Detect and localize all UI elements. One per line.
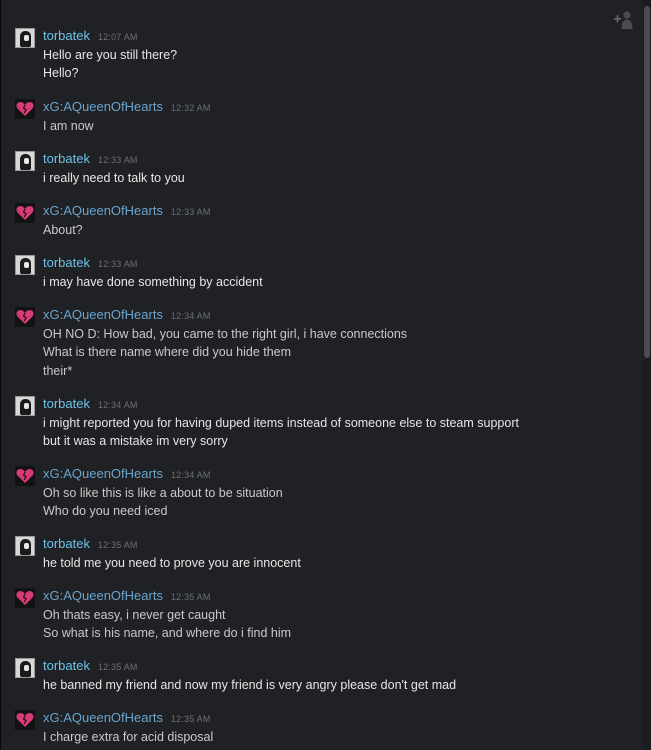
message-text: So what is his name, and where do i find… (43, 626, 292, 641)
message-header: torbatek 12:34 AM (1, 394, 639, 414)
sender-name[interactable]: torbatek (43, 658, 90, 673)
sender-name[interactable]: torbatek (43, 536, 90, 551)
message-group: xG:AQueenOfHearts 12:35 AM Oh thats easy, … (1, 586, 639, 643)
timestamp: 12:35 AM (170, 592, 211, 602)
message-text: he told me you need to prove you are inn… (43, 556, 301, 570)
message-header: xG:AQueenOfHearts 12:33 AM (1, 201, 639, 221)
timestamp: 12:35 AM (170, 714, 211, 724)
message-group: torbatek 12:35 AM he banned my friend and … (1, 656, 639, 694)
timestamp: 12:33 AM (97, 155, 138, 165)
message-text: Hello? (43, 66, 79, 81)
message-text: Oh thats easy, i never get caught (43, 608, 226, 622)
timestamp: 12:35 AM (97, 540, 138, 550)
message-text: About? (43, 223, 83, 237)
message-text: i really need to talk to you (43, 171, 185, 185)
timestamp: 12:33 AM (97, 259, 138, 269)
message-text: Oh so like this is like a about to be si… (43, 486, 283, 500)
message-text: I charge extra for acid disposal (43, 730, 214, 744)
message-text: I am now (43, 119, 94, 133)
chat-window: torbatek 12:07 AM Hello are you still ther… (0, 0, 651, 750)
timestamp: 12:07 AM (97, 32, 138, 42)
timestamp: 12:35 AM (97, 662, 138, 672)
timestamp: 12:34 AM (97, 400, 138, 410)
message-text: OH NO D: How bad, you came to the right … (43, 327, 408, 341)
sender-name[interactable]: torbatek (43, 396, 90, 411)
timestamp: 12:32 AM (170, 103, 211, 113)
message-text: i might reported you for having duped it… (43, 416, 519, 430)
message-group: xG:AQueenOfHearts 12:33 AM About? (1, 201, 639, 239)
message-header: xG:AQueenOfHearts 12:32 AM (1, 97, 639, 117)
timestamp: 12:34 AM (170, 470, 211, 480)
message-header: torbatek 12:35 AM (1, 656, 639, 676)
message-group: torbatek 12:07 AM Hello are you still ther… (1, 26, 639, 83)
sender-name[interactable]: xG:AQueenOfHearts (43, 307, 163, 322)
message-header: torbatek 12:33 AM (1, 253, 639, 273)
sender-name[interactable]: torbatek (43, 151, 90, 166)
message-text: i may have done something by accident (43, 275, 263, 289)
message-header: torbatek 12:33 AM (1, 149, 639, 169)
message-group: torbatek 12:33 AM i really need to talk to… (1, 149, 639, 187)
message-header: xG:AQueenOfHearts 12:34 AM (1, 305, 639, 325)
message-header: xG:AQueenOfHearts 12:34 AM (1, 464, 639, 484)
sender-name[interactable]: xG:AQueenOfHearts (43, 466, 163, 481)
timestamp: 12:34 AM (170, 311, 211, 321)
message-text: but it was a mistake im very sorry (43, 434, 228, 449)
sender-name[interactable]: torbatek (43, 255, 90, 270)
message-text: their* (43, 363, 73, 378)
message-text: What is there name where did you hide th… (43, 345, 292, 360)
message-group: xG:AQueenOfHearts 12:35 AM I charge extra … (1, 708, 639, 746)
scrollbar[interactable] (643, 0, 651, 750)
message-group: torbatek 12:35 AM he told me you need to p… (1, 534, 639, 572)
message-group: torbatek 12:34 AM i might reported you for… (1, 394, 639, 451)
message-header: xG:AQueenOfHearts 12:35 AM (1, 708, 639, 728)
message-group: xG:AQueenOfHearts 12:32 AM I am now (1, 97, 639, 135)
message-text: he banned my friend and now my friend is… (43, 678, 457, 692)
message-text: Who do you need iced (43, 504, 168, 519)
message-group: torbatek 12:33 AM i may have done somethin… (1, 253, 639, 291)
scrollbar-thumb[interactable] (644, 6, 650, 358)
message-header: xG:AQueenOfHearts 12:35 AM (1, 586, 639, 606)
sender-name[interactable]: xG:AQueenOfHearts (43, 203, 163, 218)
sender-name[interactable]: xG:AQueenOfHearts (43, 99, 163, 114)
sender-name[interactable]: xG:AQueenOfHearts (43, 588, 163, 603)
timestamp: 12:33 AM (170, 207, 211, 217)
message-header: torbatek 12:07 AM (1, 26, 639, 46)
sender-name[interactable]: xG:AQueenOfHearts (43, 710, 163, 725)
sender-name[interactable]: torbatek (43, 28, 90, 43)
message-text: Hello are you still there? (43, 48, 178, 62)
message-group: xG:AQueenOfHearts 12:34 AM Oh so like this… (1, 464, 639, 521)
message-header: torbatek 12:35 AM (1, 534, 639, 554)
message-group: xG:AQueenOfHearts 12:34 AM OH NO D: How ba… (1, 305, 639, 380)
